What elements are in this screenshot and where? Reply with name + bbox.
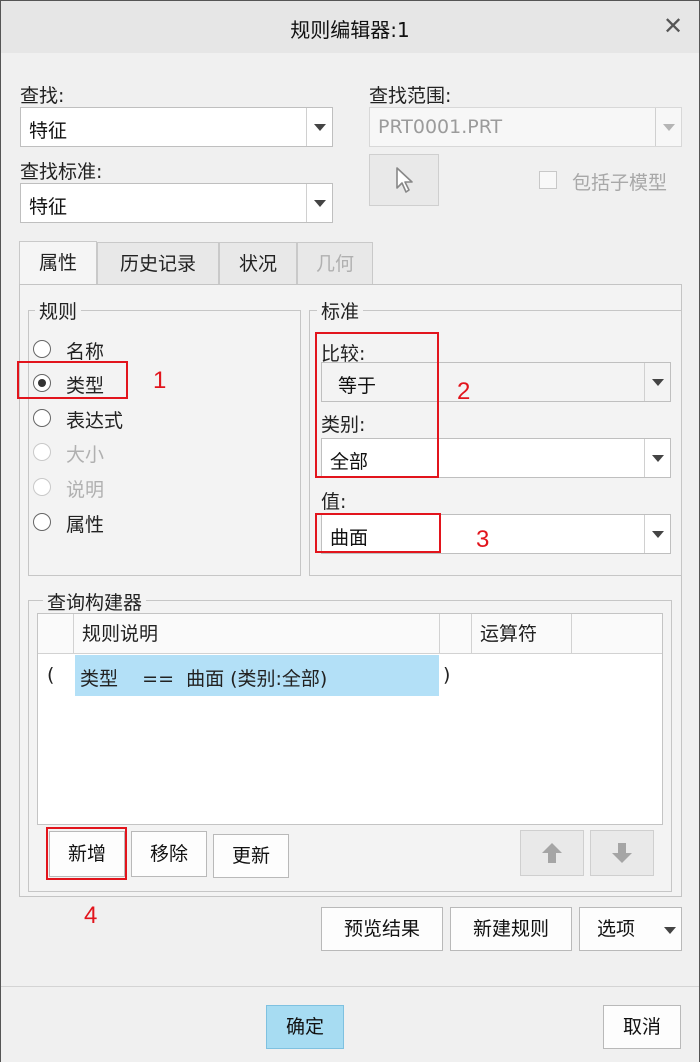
category-value: 全部 xyxy=(330,451,369,473)
row-close-paren: ) xyxy=(443,664,451,686)
new-rule-label: 新建规则 xyxy=(472,918,549,940)
chevron-down-icon xyxy=(306,184,332,222)
table-header-operator[interactable]: 运算符 xyxy=(472,614,572,654)
annotation-number-4: 4 xyxy=(84,902,98,929)
tab-geometry[interactable]: 几何 xyxy=(297,242,373,284)
add-button[interactable]: 新增 xyxy=(49,831,125,877)
radio-description[interactable]: 说明 xyxy=(33,476,153,502)
radio-description-label: 说明 xyxy=(66,479,105,501)
find-value: 特征 xyxy=(29,120,68,142)
select-pointer-button[interactable] xyxy=(369,154,439,206)
arrow-up-icon xyxy=(542,843,562,863)
new-rule-button[interactable]: 新建规则 xyxy=(450,907,572,951)
radio-type-label: 类型 xyxy=(66,375,105,397)
row-open-paren: ( xyxy=(47,664,55,686)
rule-editor-dialog: 规则编辑器:1 ✕ 查找: 特征 查找范围: PRT0001.PRT 包括子模型… xyxy=(0,0,700,1062)
update-button-label: 更新 xyxy=(231,845,270,867)
chevron-down-icon xyxy=(655,108,681,146)
rules-group-title: 规则 xyxy=(35,297,82,324)
find-combo[interactable]: 特征 xyxy=(20,107,333,147)
move-up-button[interactable] xyxy=(520,830,584,876)
radio-circle xyxy=(33,513,51,531)
scope-value: PRT0001.PRT xyxy=(378,116,503,138)
remove-button-label: 移除 xyxy=(149,843,188,865)
cancel-button[interactable]: 取消 xyxy=(603,1005,681,1049)
criteria-combo[interactable]: 特征 xyxy=(20,183,333,223)
radio-name[interactable]: 名称 xyxy=(33,338,153,364)
compare-combo[interactable]: 等于 xyxy=(321,362,671,402)
arrow-down-icon xyxy=(612,843,632,863)
table-header-empty xyxy=(572,614,662,654)
radio-expression-label: 表达式 xyxy=(66,410,124,432)
pointer-icon xyxy=(396,167,413,193)
standard-group-title: 标准 xyxy=(317,297,364,324)
title-bar: 规则编辑器:1 ✕ xyxy=(1,1,699,53)
include-submodels-label: 包括子模型 xyxy=(572,172,668,194)
close-icon[interactable]: ✕ xyxy=(663,12,683,40)
ok-button[interactable]: 确定 xyxy=(266,1005,344,1049)
annotation-number-3: 3 xyxy=(476,526,490,553)
scope-combo[interactable]: PRT0001.PRT xyxy=(369,107,682,147)
chevron-down-icon xyxy=(306,108,332,146)
table-header-description[interactable]: 规则说明 xyxy=(74,614,440,654)
radio-circle-selected xyxy=(33,374,51,392)
chevron-down-icon xyxy=(644,515,670,553)
caret-down-icon xyxy=(664,927,676,934)
find-label: 查找: xyxy=(20,85,65,107)
radio-circle xyxy=(33,340,51,358)
remove-button[interactable]: 移除 xyxy=(131,831,207,877)
dialog-footer xyxy=(1,986,699,1062)
radio-size[interactable]: 大小 xyxy=(33,441,153,467)
radio-size-label: 大小 xyxy=(66,444,105,466)
scope-label: 查找范围: xyxy=(369,85,452,107)
radio-expression[interactable]: 表达式 xyxy=(33,407,153,433)
row-description: 类型 == 曲面 (类别:全部) xyxy=(80,668,328,690)
options-button[interactable]: 选项 xyxy=(579,907,682,951)
value-combo[interactable]: 曲面 xyxy=(321,514,671,554)
radio-name-label: 名称 xyxy=(66,341,105,363)
preview-results-button[interactable]: 预览结果 xyxy=(321,907,443,951)
annotation-number-1: 1 xyxy=(153,367,167,394)
radio-circle xyxy=(33,443,51,461)
radio-attribute[interactable]: 属性 xyxy=(33,511,153,537)
value-value: 曲面 xyxy=(330,527,369,549)
category-combo[interactable]: 全部 xyxy=(321,438,671,478)
table-row[interactable]: ( 类型 == 曲面 (类别:全部) ) xyxy=(38,654,662,696)
category-label: 类别: xyxy=(321,414,366,436)
ok-label: 确定 xyxy=(285,1016,324,1038)
criteria-label: 查找标准: xyxy=(20,161,103,183)
table-header-paren xyxy=(38,614,74,654)
radio-attribute-label: 属性 xyxy=(66,514,105,536)
criteria-value: 特征 xyxy=(29,196,68,218)
preview-results-label: 预览结果 xyxy=(343,918,420,940)
cancel-label: 取消 xyxy=(622,1016,661,1038)
chevron-down-icon xyxy=(644,439,670,477)
tab-history[interactable]: 历史记录 xyxy=(97,242,219,284)
chevron-down-icon xyxy=(644,363,670,401)
query-builder-title: 查询构建器 xyxy=(43,588,147,615)
window-title: 规则编辑器:1 xyxy=(290,18,410,42)
radio-circle xyxy=(33,409,51,427)
value-label: 值: xyxy=(321,491,347,513)
rules-table: 规则说明 运算符 ( 类型 == 曲面 (类别:全部) ) xyxy=(37,613,663,825)
tab-attributes[interactable]: 属性 xyxy=(19,241,97,285)
radio-circle xyxy=(33,478,51,496)
radio-type[interactable]: 类型 xyxy=(33,372,153,398)
add-button-label: 新增 xyxy=(67,843,106,865)
move-down-button[interactable] xyxy=(590,830,654,876)
table-header-paren-close xyxy=(440,614,472,654)
include-submodels-checkbox[interactable] xyxy=(539,171,557,189)
annotation-number-2: 2 xyxy=(457,378,471,405)
compare-value: 等于 xyxy=(338,375,377,397)
update-button[interactable]: 更新 xyxy=(213,834,289,878)
tab-status[interactable]: 状况 xyxy=(219,242,297,284)
options-label: 选项 xyxy=(597,918,636,940)
